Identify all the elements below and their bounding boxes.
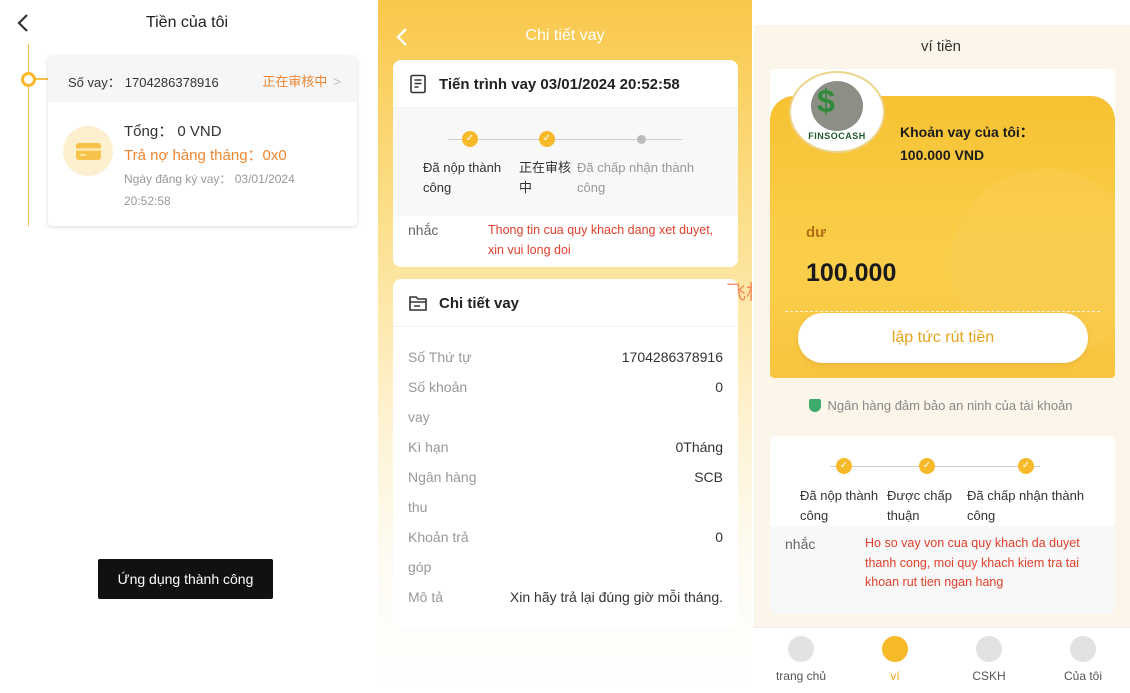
header: Chi tiết vay [378,14,752,58]
status-text: 正在审核中 [262,74,328,89]
step-check-icon: ✓ [539,131,555,147]
progress-steps: ✓ ✓ Đã nộp thành công 正在审核中 Đã chấp nhận… [393,108,738,216]
loan-number: Số vay： 1704286378916 [64,72,219,91]
loan-card[interactable]: Số vay： 1704286378916 正在审核中 > Tổng： 0 VND … [48,56,357,226]
security-text: Ngân hàng đảm bảo an ninh của tài khoản [827,398,1073,413]
total-amount: Tổng： 0 VND [124,123,222,140]
wallet-screen: ví tiền $ FINSOCASH Khoản vay của tôi： 1… [752,0,1130,693]
nav-home[interactable]: trang chủ [754,628,848,693]
step-check-icon: ✓ [836,458,852,474]
detail-header: Chi tiết vay [393,279,738,327]
bottom-nav: trang chủ ví CSKH Của tôi [754,627,1130,693]
page-title: ví tiền [920,38,962,55]
detail-row: Khoản trả góp 0 [408,522,723,582]
loan-number-value: 1704286378916 [124,75,219,90]
row-value: 0 [715,379,723,395]
reminder-text: Thong tin cua quy khach dang xet duyet, … [488,223,714,257]
support-icon [976,636,1002,662]
approval-status-card: ✓ ✓ ✓ Đã nộp thành công Được chấp thuận … [770,436,1115,614]
row-key: Số Thứ tự [408,349,472,365]
home-icon [788,636,814,662]
wallet-icon [882,636,908,662]
detail-row: Kì hạn 0Tháng [408,432,723,462]
loan-progress-card: Tiến trình vay 03/01/2024 20:52:58 ✓ ✓ Đ… [393,60,738,267]
nav-label: trang chủ [775,669,827,683]
detail-title: Chi tiết vay [439,295,520,312]
balance-label: dư [806,224,827,241]
step-check-icon: ✓ [1018,458,1034,474]
loan-detail-screen: Chi tiết vay Tiến trình vay 03/01/2024 2… [378,0,752,693]
card-icon [63,126,113,176]
reminder-text: Ho so vay von cua quy khach da duyet tha… [865,536,1080,589]
my-money-screen: Tiền của tôi Số vay： 1704286378916 正在审核中 >… [0,0,378,693]
shield-icon [809,399,822,412]
divider [785,311,1100,312]
page-title: Chi tiết vay [525,27,605,44]
detail-row: Mô tả Xin hãy trả lại đúng giờ mỗi tháng. [408,582,723,612]
step-line [830,466,1040,467]
loan-number-label: Số vay： [68,75,121,90]
monthly-repayment: Trả nợ hàng tháng：0x0 [124,147,287,164]
detail-row: Ngân hàng thu SCB [408,462,723,522]
loan-detail-card: Chi tiết vay Số Thứ tự 1704286378916 Số k… [393,279,738,628]
step-label: Đã nộp thành công [800,488,879,523]
step-label: Đã chấp nhận thành công [577,160,695,195]
step-line [448,139,682,140]
reminder: nhắc Thong tin cua quy khach dang xet du… [393,216,738,266]
loan-card-header[interactable]: Số vay： 1704286378916 正在审核中 > [48,56,357,102]
loan-amount-label: Khoản vay của tôi： [900,124,1034,140]
detail-row: Số khoản vay 0 [408,372,723,432]
timeline-dot [21,72,36,87]
loan-amount: Khoản vay của tôi： 100.000 VND [900,121,1034,167]
step-check-icon: ✓ [919,458,935,474]
step-label: Được chấp thuận [887,488,952,523]
row-value: Xin hãy trả lại đúng giờ mỗi tháng. [509,589,723,605]
step-pending-dot [637,135,646,144]
step-label: Đã chấp nhận thành công [967,488,1085,523]
chevron-right-icon: > [333,74,341,89]
wallet-card: $ FINSOCASH Khoản vay của tôi： 100.000 V… [770,69,1115,378]
step-check-icon: ✓ [462,131,478,147]
row-key: Ngân hàng thu [408,469,477,515]
row-key: Số khoản vay [408,379,468,425]
nav-wallet[interactable]: ví [848,628,942,693]
logo-text: FINSOCASH [808,131,866,141]
withdraw-button[interactable]: lập tức rút tiền [798,313,1088,363]
row-key: Mô tả [408,589,444,605]
success-toast: Ứng dụng thành công [98,559,273,599]
reminder: nhắc Ho so vay von cua quy khach da duye… [770,526,1115,614]
status-badge[interactable]: 正在审核中 > [262,71,341,90]
watermark: 飞机：@ [726,282,752,304]
nav-label: Của tôi [1063,669,1103,683]
registration-date: Ngày đăng ký vay： 03/01/2024 20:52:58 [124,172,295,208]
approval-steps: ✓ ✓ ✓ Đã nộp thành công Được chấp thuận … [770,436,1115,526]
finsocash-logo: $ FINSOCASH [791,73,883,151]
row-value: 0Tháng [675,439,723,455]
row-value: SCB [694,469,723,485]
security-note: Ngân hàng đảm bảo an ninh của tài khoản [752,398,1130,413]
folder-icon [409,296,427,311]
detail-row: Số Thứ tự 1704286378916 [408,342,723,372]
progress-header: Tiến trình vay 03/01/2024 20:52:58 [393,60,738,108]
row-key: Khoản trả góp [408,529,469,575]
row-value: 1704286378916 [621,349,723,365]
row-key: Kì hạn [408,439,449,455]
row-value: 0 [715,529,723,545]
nav-label: CSKH [972,669,1006,683]
step-label: 正在审核中 [519,160,572,195]
page-title: Tiền của tôi [145,14,229,31]
receipt-icon [410,74,426,94]
user-icon [1070,636,1096,662]
nav-profile[interactable]: Của tôi [1036,628,1130,693]
progress-title: Tiến trình vay 03/01/2024 20:52:58 [439,76,680,93]
balance-value: 100.000 [806,259,897,287]
nav-support[interactable]: CSKH [942,628,1036,693]
step-label: Đã nộp thành công [423,160,502,195]
nav-label: ví [890,669,900,683]
reminder-label: nhắc [785,536,816,552]
reminder-label: nhắc [408,222,439,238]
loan-amount-value: 100.000 VND [900,147,985,163]
timeline-connector [35,78,48,80]
